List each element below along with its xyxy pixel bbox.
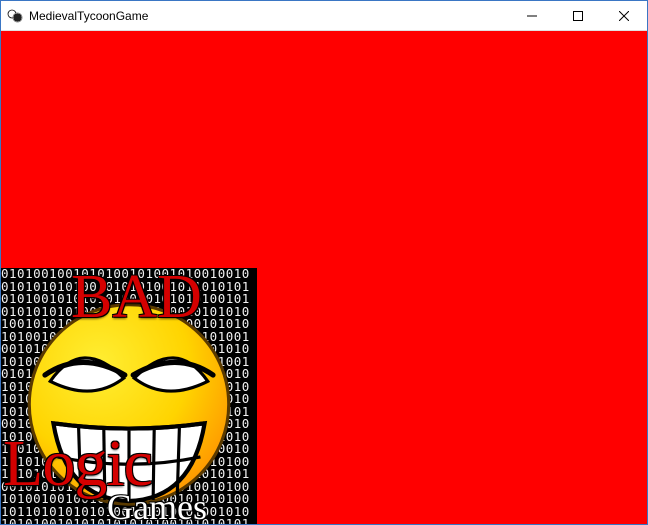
window-controls bbox=[509, 1, 647, 30]
window-title: MedievalTycoonGame bbox=[29, 9, 509, 23]
app-icon bbox=[7, 8, 23, 24]
logo-text-games: Games bbox=[107, 486, 207, 524]
window-titlebar: MedievalTycoonGame bbox=[1, 1, 647, 31]
close-button[interactable] bbox=[601, 1, 647, 30]
game-canvas: 0101001001010100101001010010010010101010… bbox=[1, 31, 647, 524]
maximize-button[interactable] bbox=[555, 1, 601, 30]
badlogic-logo: 0101001001010100101001010010010010101010… bbox=[1, 268, 257, 524]
minimize-button[interactable] bbox=[509, 1, 555, 30]
logo-text-bad: BAD bbox=[71, 268, 202, 333]
